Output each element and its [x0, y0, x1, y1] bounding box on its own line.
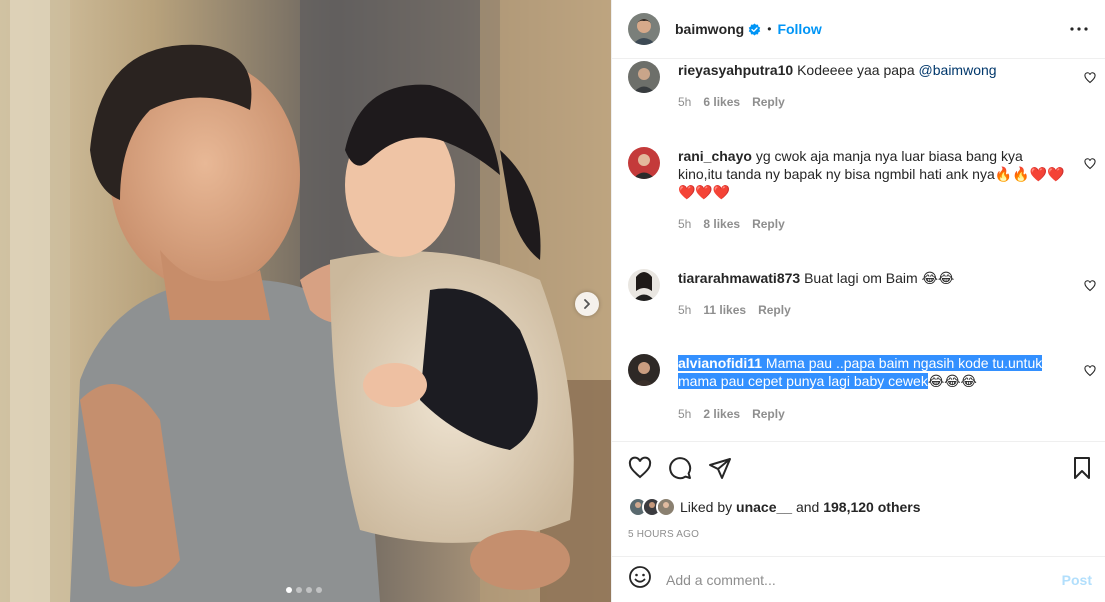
comment-likes[interactable]: 6 likes	[703, 95, 740, 109]
comment-reply-button[interactable]: Reply	[752, 217, 785, 231]
add-comment-input[interactable]	[666, 571, 1062, 588]
like-comment-heart-icon[interactable]	[1084, 364, 1096, 377]
comment-meta: 5h 8 likes Reply	[678, 217, 785, 231]
like-comment-heart-icon[interactable]	[1084, 71, 1096, 84]
instagram-post-modal: baimwong • Follow rieyasyahputra10 Kodee…	[0, 0, 1105, 602]
header-separator: •	[767, 22, 772, 36]
commenter-avatar[interactable]	[628, 61, 660, 93]
comment-likes[interactable]: 11 likes	[703, 303, 746, 317]
carousel-next-button[interactable]	[575, 292, 599, 316]
comment-meta: 5h 2 likes Reply	[678, 407, 785, 421]
comments-list[interactable]: rieyasyahputra10 Kodeeee yaa papa @baimw…	[612, 60, 1105, 440]
comment-item: tiararahmawati873 Buat lagi om Baim 😂😂 5…	[628, 268, 1098, 328]
commenter-avatar[interactable]	[628, 269, 660, 301]
comment-meta: 5h 6 likes Reply	[678, 95, 785, 109]
carousel-dot	[306, 587, 312, 593]
comment-item: alvianofidi11 Mama pau ..papa baim ngasi…	[628, 353, 1098, 423]
author-avatar[interactable]	[628, 13, 660, 45]
comment-composer: Post	[612, 556, 1105, 602]
likes-summary: Liked by unace__ and 198,120 others	[628, 497, 921, 517]
comment-meta: 5h 11 likes Reply	[678, 303, 791, 317]
emoji-icon[interactable]	[628, 565, 652, 594]
liker-username[interactable]: unace__	[736, 499, 792, 515]
more-options-icon[interactable]	[1067, 17, 1091, 41]
like-comment-heart-icon[interactable]	[1084, 279, 1096, 292]
author-username[interactable]: baimwong	[675, 21, 744, 37]
liker-avatar	[656, 497, 676, 517]
comment-reply-button[interactable]: Reply	[752, 95, 785, 109]
save-bookmark-icon[interactable]	[1070, 456, 1094, 480]
commenter-avatar[interactable]	[628, 147, 660, 179]
post-photo	[0, 0, 611, 602]
post-header: baimwong • Follow	[612, 0, 1105, 59]
comment-item: rieyasyahputra10 Kodeeee yaa papa @baimw…	[628, 60, 1098, 120]
chevron-right-icon	[584, 299, 590, 309]
comment-mention[interactable]: @baimwong	[919, 62, 997, 78]
comment-reply-button[interactable]: Reply	[758, 303, 791, 317]
comment-username[interactable]: alvianofidi11	[678, 355, 763, 371]
carousel-indicator	[286, 587, 322, 593]
likes-prefix: Liked by	[680, 499, 737, 515]
comment-item: rani_chayo yg cwok aja manja nya luar bi…	[628, 146, 1098, 241]
comment-time[interactable]: 5h	[678, 217, 691, 231]
comment-username[interactable]: tiararahmawati873	[678, 270, 800, 286]
comment-username[interactable]: rieyasyahputra10	[678, 62, 793, 78]
comment-username[interactable]: rani_chayo	[678, 148, 752, 164]
comment-text: alvianofidi11 Mama pau ..papa baim ngasi…	[678, 354, 1070, 390]
comment-content: Buat lagi om Baim 😂😂	[804, 270, 955, 286]
likes-text: Liked by unace__ and 198,120 others	[680, 499, 921, 515]
comment-time[interactable]: 5h	[678, 95, 691, 109]
post-timestamp[interactable]: 5 HOURS AGO	[628, 529, 699, 540]
comment-time[interactable]: 5h	[678, 303, 691, 317]
comment-time[interactable]: 5h	[678, 407, 691, 421]
like-comment-heart-icon[interactable]	[1084, 157, 1096, 170]
comment-text: rieyasyahputra10 Kodeeee yaa papa @baimw…	[678, 61, 1070, 79]
post-side-panel: baimwong • Follow rieyasyahputra10 Kodee…	[611, 0, 1105, 602]
post-actions: Liked by unace__ and 198,120 others 5 HO…	[612, 441, 1105, 556]
post-comment-button[interactable]: Post	[1062, 572, 1092, 588]
commenter-avatar[interactable]	[628, 354, 660, 386]
comment-text: rani_chayo yg cwok aja manja nya luar bi…	[678, 147, 1070, 201]
share-paper-plane-icon[interactable]	[708, 456, 732, 480]
comment-reply-button[interactable]: Reply	[752, 407, 785, 421]
comment-bubble-icon[interactable]	[668, 456, 692, 480]
comment-text: tiararahmawati873 Buat lagi om Baim 😂😂	[678, 269, 1070, 287]
liker-avatars	[628, 497, 680, 517]
comment-likes[interactable]: 8 likes	[703, 217, 740, 231]
comment-likes[interactable]: 2 likes	[703, 407, 740, 421]
post-media[interactable]	[0, 0, 611, 602]
likes-count[interactable]: 198,120 others	[823, 499, 920, 515]
likes-and: and	[792, 499, 824, 515]
like-heart-icon[interactable]	[628, 456, 652, 480]
verified-badge-icon	[748, 23, 761, 36]
comment-content: Kodeeee yaa papa	[797, 62, 919, 78]
follow-button[interactable]: Follow	[777, 21, 821, 37]
carousel-dot	[316, 587, 322, 593]
comment-emoji: 😂😂😂	[927, 373, 977, 389]
carousel-dot	[296, 587, 302, 593]
carousel-dot	[286, 587, 292, 593]
